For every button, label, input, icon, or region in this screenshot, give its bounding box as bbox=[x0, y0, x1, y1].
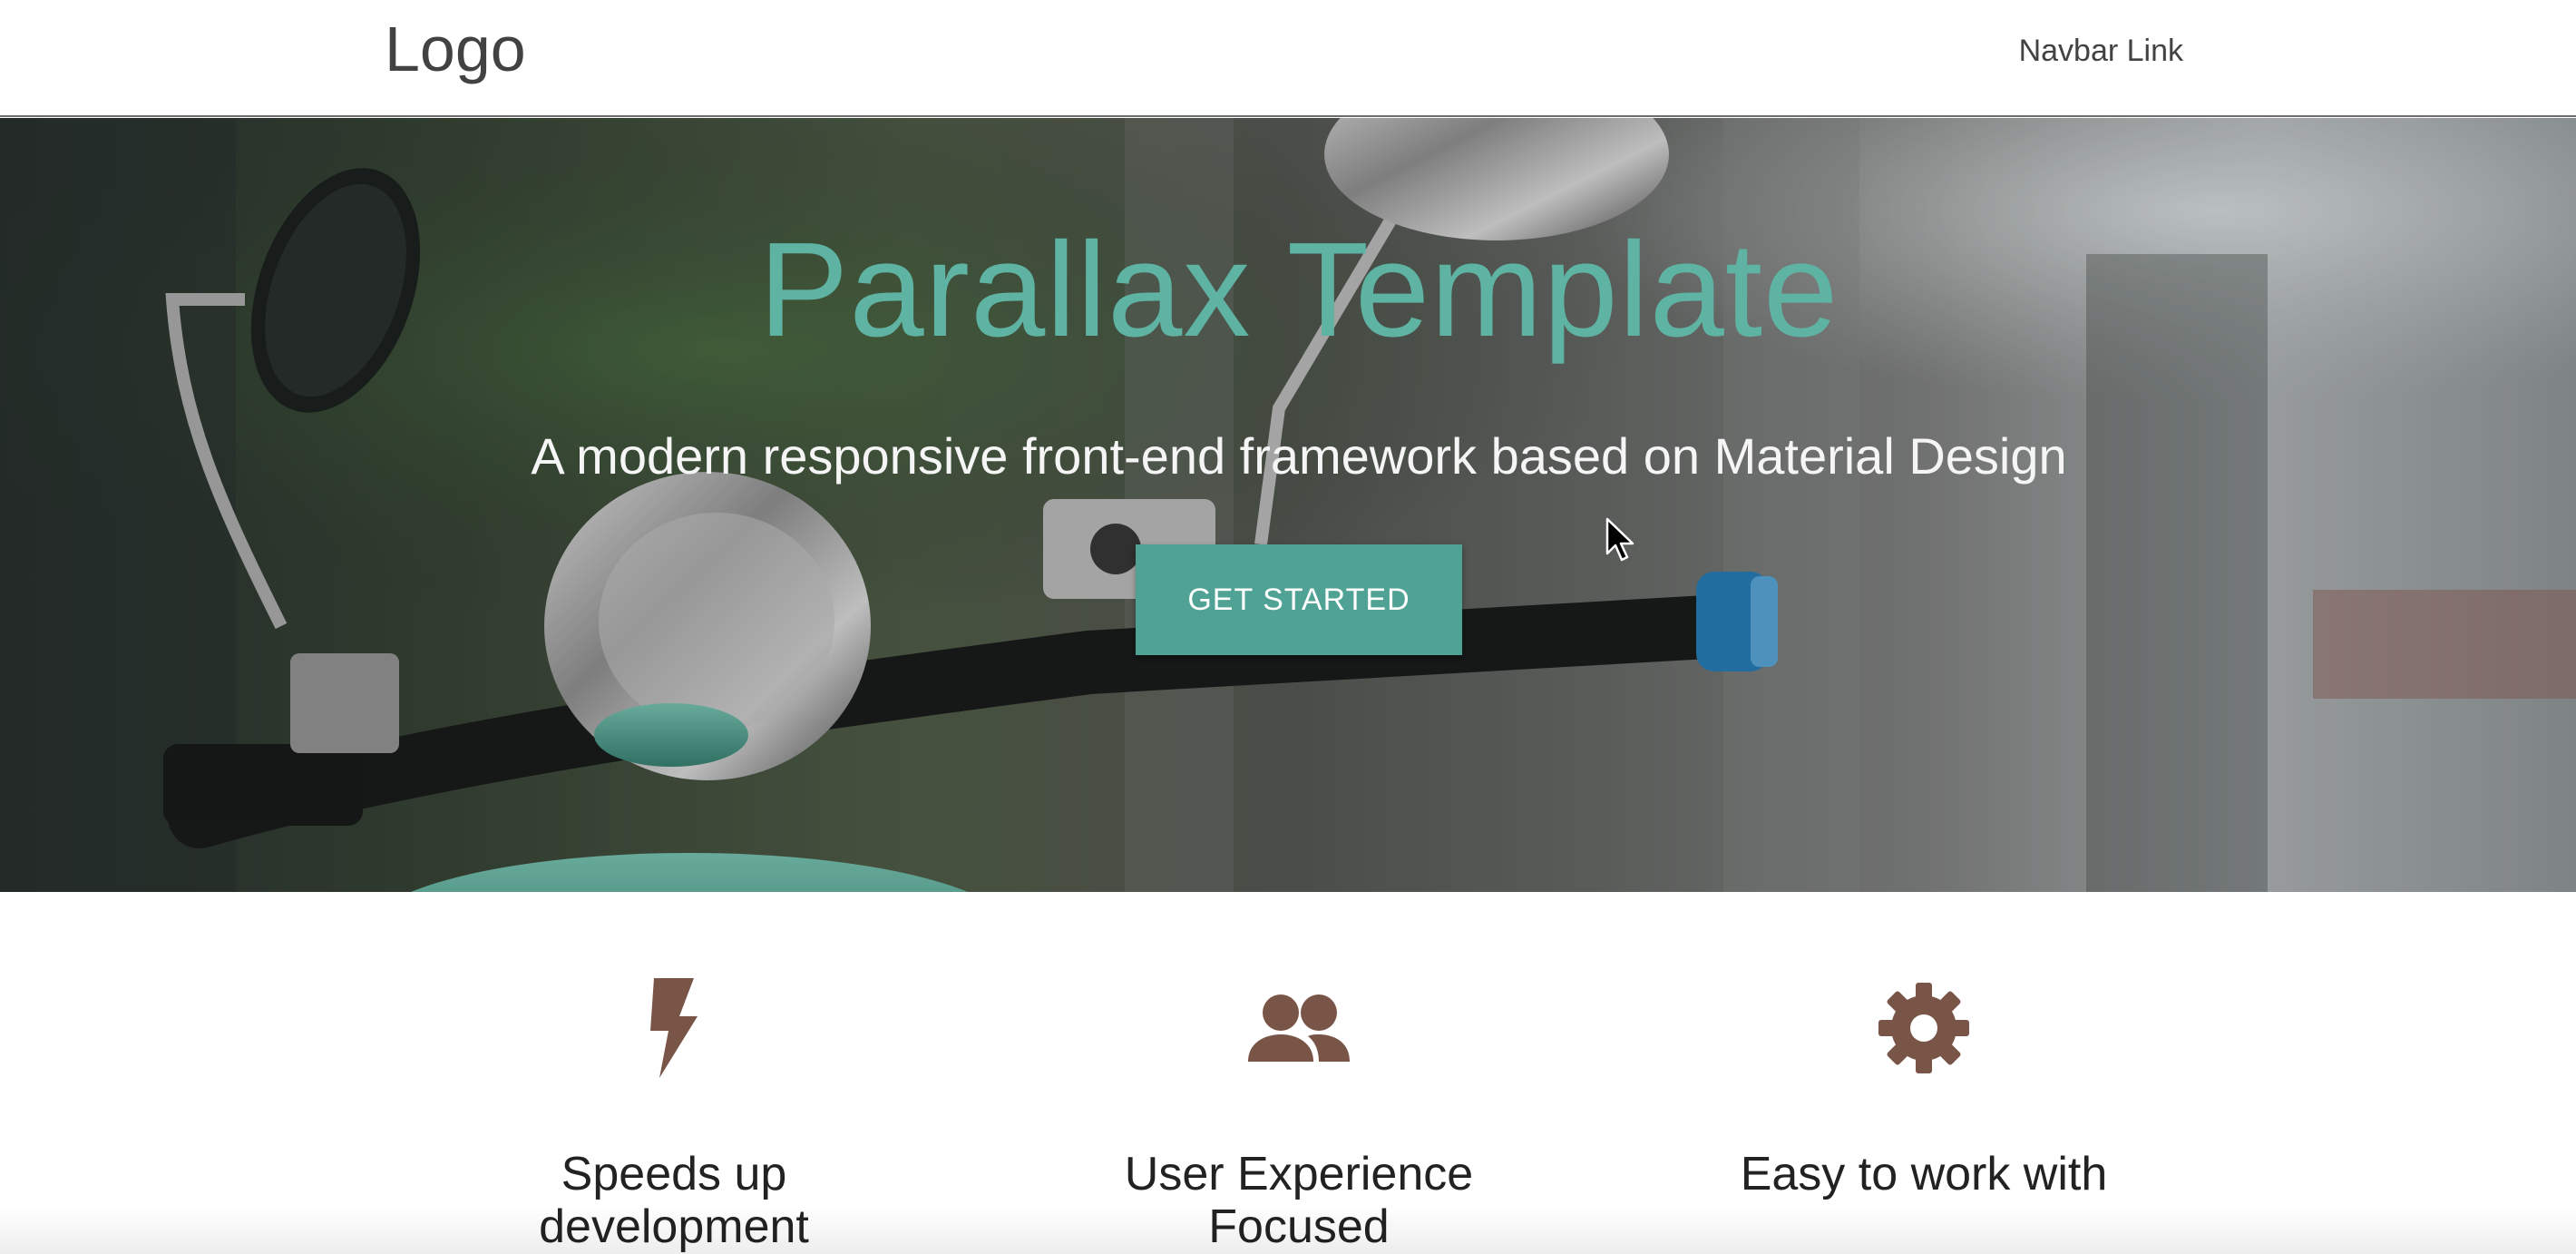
logo-link[interactable]: Logo bbox=[385, 11, 526, 87]
feature-user-experience: User Experience Focused bbox=[1045, 978, 1553, 1253]
flash-icon bbox=[650, 978, 698, 1078]
navbar: Logo Navbar Link bbox=[0, 0, 2576, 117]
hero-title: Parallax Template bbox=[758, 215, 1839, 365]
hero-subtitle: A modern responsive front-end framework … bbox=[531, 427, 2067, 485]
get-started-button[interactable]: GET STARTED bbox=[1136, 544, 1462, 655]
gear-icon bbox=[1878, 983, 1969, 1073]
parallax-hero: Parallax Template A modern responsive fr… bbox=[0, 118, 2576, 892]
mouse-cursor-icon bbox=[1605, 517, 1634, 562]
bottom-shadow bbox=[0, 1207, 2576, 1254]
people-icon bbox=[1248, 994, 1350, 1062]
feature-title: Easy to work with bbox=[1740, 1148, 2108, 1200]
feature-speed: Speeds up development bbox=[420, 978, 928, 1253]
feature-easy-to-work: Easy to work with bbox=[1670, 978, 2178, 1200]
navbar-link[interactable]: Navbar Link bbox=[2019, 33, 2183, 69]
